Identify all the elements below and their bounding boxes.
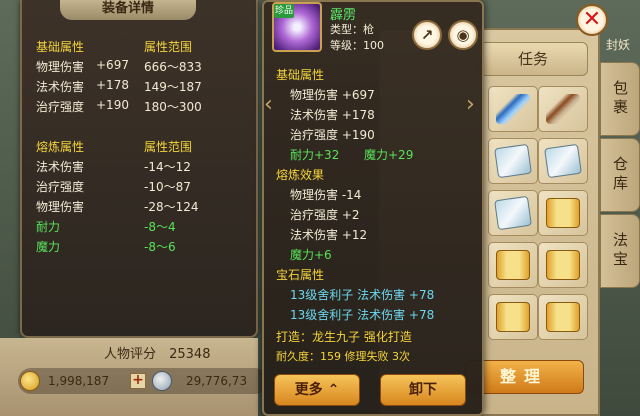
scroll-icon bbox=[496, 302, 530, 332]
tab-treasure[interactable]: 法宝 bbox=[600, 214, 640, 288]
item-level: 等级：100 bbox=[330, 39, 384, 52]
tooltip-refine-green: 魔力+6 bbox=[290, 248, 332, 262]
refine-green-range: -8～6 bbox=[144, 240, 176, 254]
prev-arrow-icon[interactable]: ‹ bbox=[264, 92, 273, 117]
range-header: 属性范围 bbox=[144, 40, 193, 54]
rarity-badge: 珍品 bbox=[274, 4, 294, 18]
inventory-slot[interactable] bbox=[538, 242, 588, 288]
inventory-slot[interactable] bbox=[488, 294, 538, 340]
tooltip-gem-row: 13级舍利子 法术伤害 +78 bbox=[290, 308, 435, 322]
tooltip-refine-row: 物理伤害 -14 bbox=[290, 188, 362, 202]
tooltip-refine-row: 法术伤害 +12 bbox=[290, 228, 368, 242]
refine-range-header: 属性范围 bbox=[144, 140, 193, 154]
tooltip-base-row: 治疗强度 +190 bbox=[290, 128, 375, 142]
close-icon[interactable]: ✕ bbox=[576, 4, 608, 36]
tab-bag[interactable]: 包裹 bbox=[600, 62, 640, 136]
base-attr-name: 法术伤害 bbox=[36, 80, 85, 94]
chevron-up-icon: ⌃ bbox=[327, 382, 340, 398]
gold-amount: 1,998,187 bbox=[48, 374, 110, 388]
tooltip-durability: 耐久度：159 修理失败 3次 bbox=[276, 350, 410, 363]
inventory-slot[interactable] bbox=[488, 242, 538, 288]
inventory-slot[interactable] bbox=[538, 86, 588, 132]
refine-green-name: 耐力 bbox=[36, 220, 61, 234]
base-attr-range: 180～300 bbox=[144, 100, 202, 114]
score-row: 人物评分 25348 bbox=[104, 343, 210, 362]
base-attr-name: 物理伤害 bbox=[36, 60, 85, 74]
paper-icon bbox=[544, 143, 582, 179]
scroll-icon bbox=[546, 250, 580, 280]
score-label: 人物评分 bbox=[104, 347, 157, 362]
unequip-button[interactable]: 卸下 bbox=[380, 374, 466, 406]
item-type: 类型：枪 bbox=[330, 23, 374, 36]
refine-attr-name: 治疗强度 bbox=[36, 180, 85, 194]
scroll-icon bbox=[546, 302, 580, 332]
tooltip-gem-header: 宝石属性 bbox=[276, 268, 325, 282]
refine-attr-range: -10～87 bbox=[144, 180, 191, 194]
base-attr-header: 基础属性 bbox=[36, 40, 85, 54]
silver-amount: 29,776,73 bbox=[186, 374, 248, 388]
tab-warehouse[interactable]: 仓库 bbox=[600, 138, 640, 212]
add-gold-button[interactable]: + bbox=[130, 373, 146, 389]
paper-icon bbox=[494, 195, 532, 231]
refine-attr-range: -14～12 bbox=[144, 160, 191, 174]
refine-attr-name: 法术伤害 bbox=[36, 160, 85, 174]
tooltip-base-row: 物理伤害 +697 bbox=[290, 88, 375, 102]
inventory-slot[interactable] bbox=[488, 138, 538, 184]
tooltip-green-stat: 魔力+29 bbox=[364, 148, 414, 162]
gold-coin-icon bbox=[20, 371, 40, 391]
inventory-slot[interactable] bbox=[488, 190, 538, 236]
eye-icon[interactable]: ◉ bbox=[448, 20, 478, 50]
tooltip-base-header: 基础属性 bbox=[276, 68, 325, 82]
panel-title: 装备详情 bbox=[60, 0, 196, 20]
tooltip-base-row: 法术伤害 +178 bbox=[290, 108, 375, 122]
seal-label: 封妖 bbox=[606, 38, 631, 52]
base-attr-value: +178 bbox=[96, 78, 129, 92]
tooltip-gem-row: 13级舍利子 法术伤害 +78 bbox=[290, 288, 435, 302]
tab-task[interactable]: 任务 bbox=[478, 42, 588, 76]
share-icon[interactable]: ↗ bbox=[412, 20, 442, 50]
base-attr-value: +190 bbox=[96, 98, 129, 112]
inventory-slot[interactable] bbox=[488, 86, 538, 132]
more-button[interactable]: 更多 ⌃ bbox=[274, 374, 360, 406]
more-button-label: 更多 bbox=[294, 382, 323, 398]
tooltip-forge: 打造：龙生九子 强化打造 bbox=[276, 330, 412, 344]
base-attr-name: 治疗强度 bbox=[36, 100, 85, 114]
refine-attr-name: 物理伤害 bbox=[36, 200, 85, 214]
refine-attr-header: 熔炼属性 bbox=[36, 140, 85, 154]
score-value: 25348 bbox=[169, 347, 211, 362]
next-arrow-icon[interactable]: › bbox=[466, 92, 475, 117]
base-attr-range: 149～187 bbox=[144, 80, 202, 94]
spear-icon bbox=[496, 94, 530, 124]
refine-green-name: 魔力 bbox=[36, 240, 61, 254]
inventory-slot[interactable] bbox=[538, 294, 588, 340]
map-scroll-icon bbox=[546, 198, 580, 228]
scroll-icon bbox=[496, 250, 530, 280]
tooltip-green-stat: 耐力+32 bbox=[290, 148, 340, 162]
tooltip-refine-row: 治疗强度 +2 bbox=[290, 208, 360, 222]
inventory-slot[interactable] bbox=[538, 190, 588, 236]
refine-attr-range: -28～124 bbox=[144, 200, 199, 214]
paper-icon bbox=[494, 143, 532, 179]
dagger-icon bbox=[546, 94, 580, 124]
base-attr-value: +697 bbox=[96, 58, 129, 72]
base-attr-range: 666～833 bbox=[144, 60, 202, 74]
silver-coin-icon bbox=[152, 371, 172, 391]
tooltip-refine-header: 熔炼效果 bbox=[276, 168, 325, 182]
refine-green-range: -8～4 bbox=[144, 220, 176, 234]
inventory-slot[interactable] bbox=[538, 138, 588, 184]
